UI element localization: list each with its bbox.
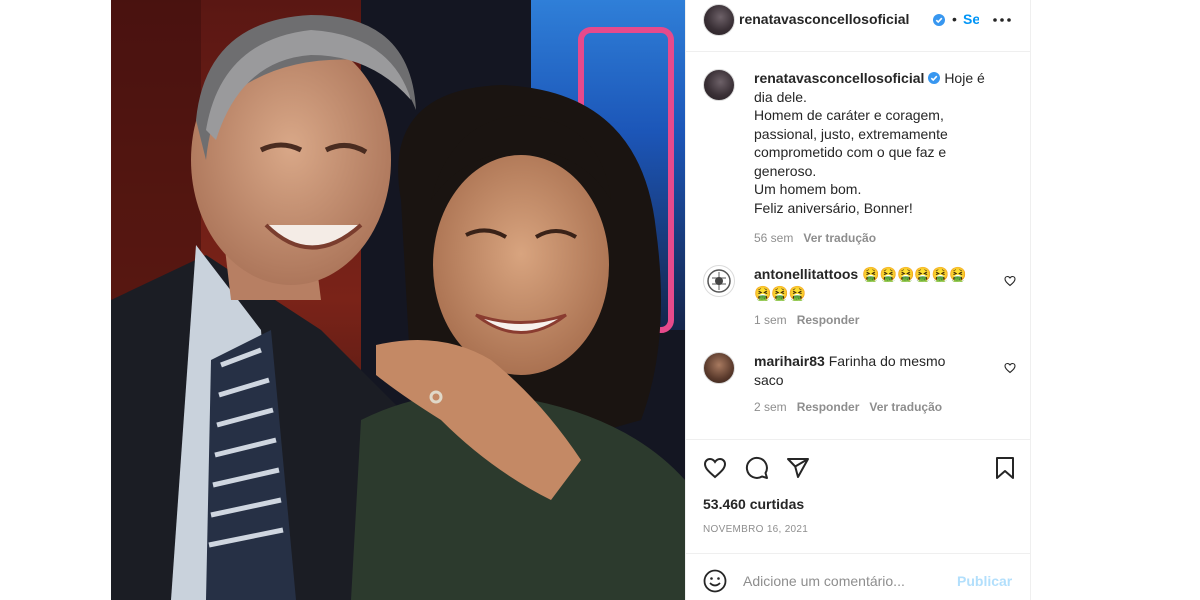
caption-line: comprometido com o que faz e (754, 144, 947, 160)
author-avatar[interactable] (703, 4, 735, 36)
caption-username[interactable]: renatavasconcellosoficial (754, 70, 924, 86)
follow-button[interactable]: Seguir (963, 11, 979, 27)
save-icon[interactable] (993, 456, 1017, 485)
post-photo-image (111, 0, 685, 600)
comment-icon[interactable] (745, 456, 769, 485)
comment-input[interactable]: Adicione um comentário... (743, 573, 905, 589)
post-date[interactable]: NOVEMBRO 16, 2021 (703, 524, 808, 535)
comment-text: marihair83 Farinha do mesmo saco 2 sem Re… (754, 352, 984, 417)
caption-line: Feliz aniversário, Bonner! (754, 199, 913, 216)
comment-meta: 2 sem Responder Ver tradução (754, 398, 984, 417)
comment-composer: Adicione um comentário... Publicar (686, 553, 1030, 600)
heart-icon[interactable] (1004, 274, 1016, 292)
comment-body: saco (754, 371, 784, 388)
share-icon[interactable] (786, 456, 810, 485)
verified-badge-icon (933, 12, 945, 30)
author-username[interactable]: renatavasconcellosoficial (739, 11, 909, 27)
like-icon[interactable] (703, 456, 727, 485)
emoji-icon[interactable] (703, 569, 727, 598)
comment-translate-link[interactable]: Ver tradução (869, 400, 942, 414)
separator-dot: • (952, 11, 957, 27)
caption-time[interactable]: 56 sem (754, 231, 793, 245)
comment-avatar[interactable] (703, 352, 735, 384)
comment-meta: 1 sem Responder (754, 311, 984, 330)
caption-line: dia dele. (754, 88, 807, 105)
caption-line: Hoje é (944, 70, 985, 86)
caption-line: generoso. (754, 162, 817, 179)
comment-body: 🤮🤮🤮🤮🤮🤮 (862, 266, 967, 282)
post-header: renatavasconcellosoficial • Seguir (686, 0, 1030, 52)
caption-line: Um homem bom. (754, 181, 862, 197)
comment-avatar[interactable] (703, 265, 735, 297)
comment-time[interactable]: 2 sem (754, 400, 787, 414)
heart-icon[interactable] (1004, 361, 1016, 379)
verified-badge-icon (928, 72, 941, 84)
comment-body: Farinha do mesmo (828, 353, 946, 369)
post-photo[interactable] (111, 0, 685, 600)
caption-line: passional, justo, extremamente (754, 125, 948, 142)
caption-line: Homem de caráter e coragem, (754, 107, 944, 123)
more-options-icon[interactable] (991, 12, 1013, 33)
caption-text: renatavasconcellosoficial Hoje é dia del… (754, 69, 1014, 248)
reply-button[interactable]: Responder (797, 400, 860, 414)
post-panel: renatavasconcellosoficial • Seguir renat… (685, 0, 1031, 600)
caption-translate-link[interactable]: Ver tradução (803, 231, 876, 245)
comment-username[interactable]: marihair83 (754, 353, 825, 369)
publish-button[interactable]: Publicar (957, 573, 1012, 589)
comment-text: antonellitattoos 🤮🤮🤮🤮🤮🤮 🤮🤮🤮 1 sem Respond… (754, 265, 984, 330)
reply-button[interactable]: Responder (797, 313, 860, 327)
comment-body: 🤮🤮🤮 (754, 284, 807, 301)
caption-meta: 56 sem Ver tradução (754, 229, 1014, 248)
caption-avatar[interactable] (703, 69, 735, 101)
comment-time[interactable]: 1 sem (754, 313, 787, 327)
likes-count[interactable]: 53.460 curtidas (703, 496, 804, 512)
comment-username[interactable]: antonellitattoos (754, 266, 858, 282)
